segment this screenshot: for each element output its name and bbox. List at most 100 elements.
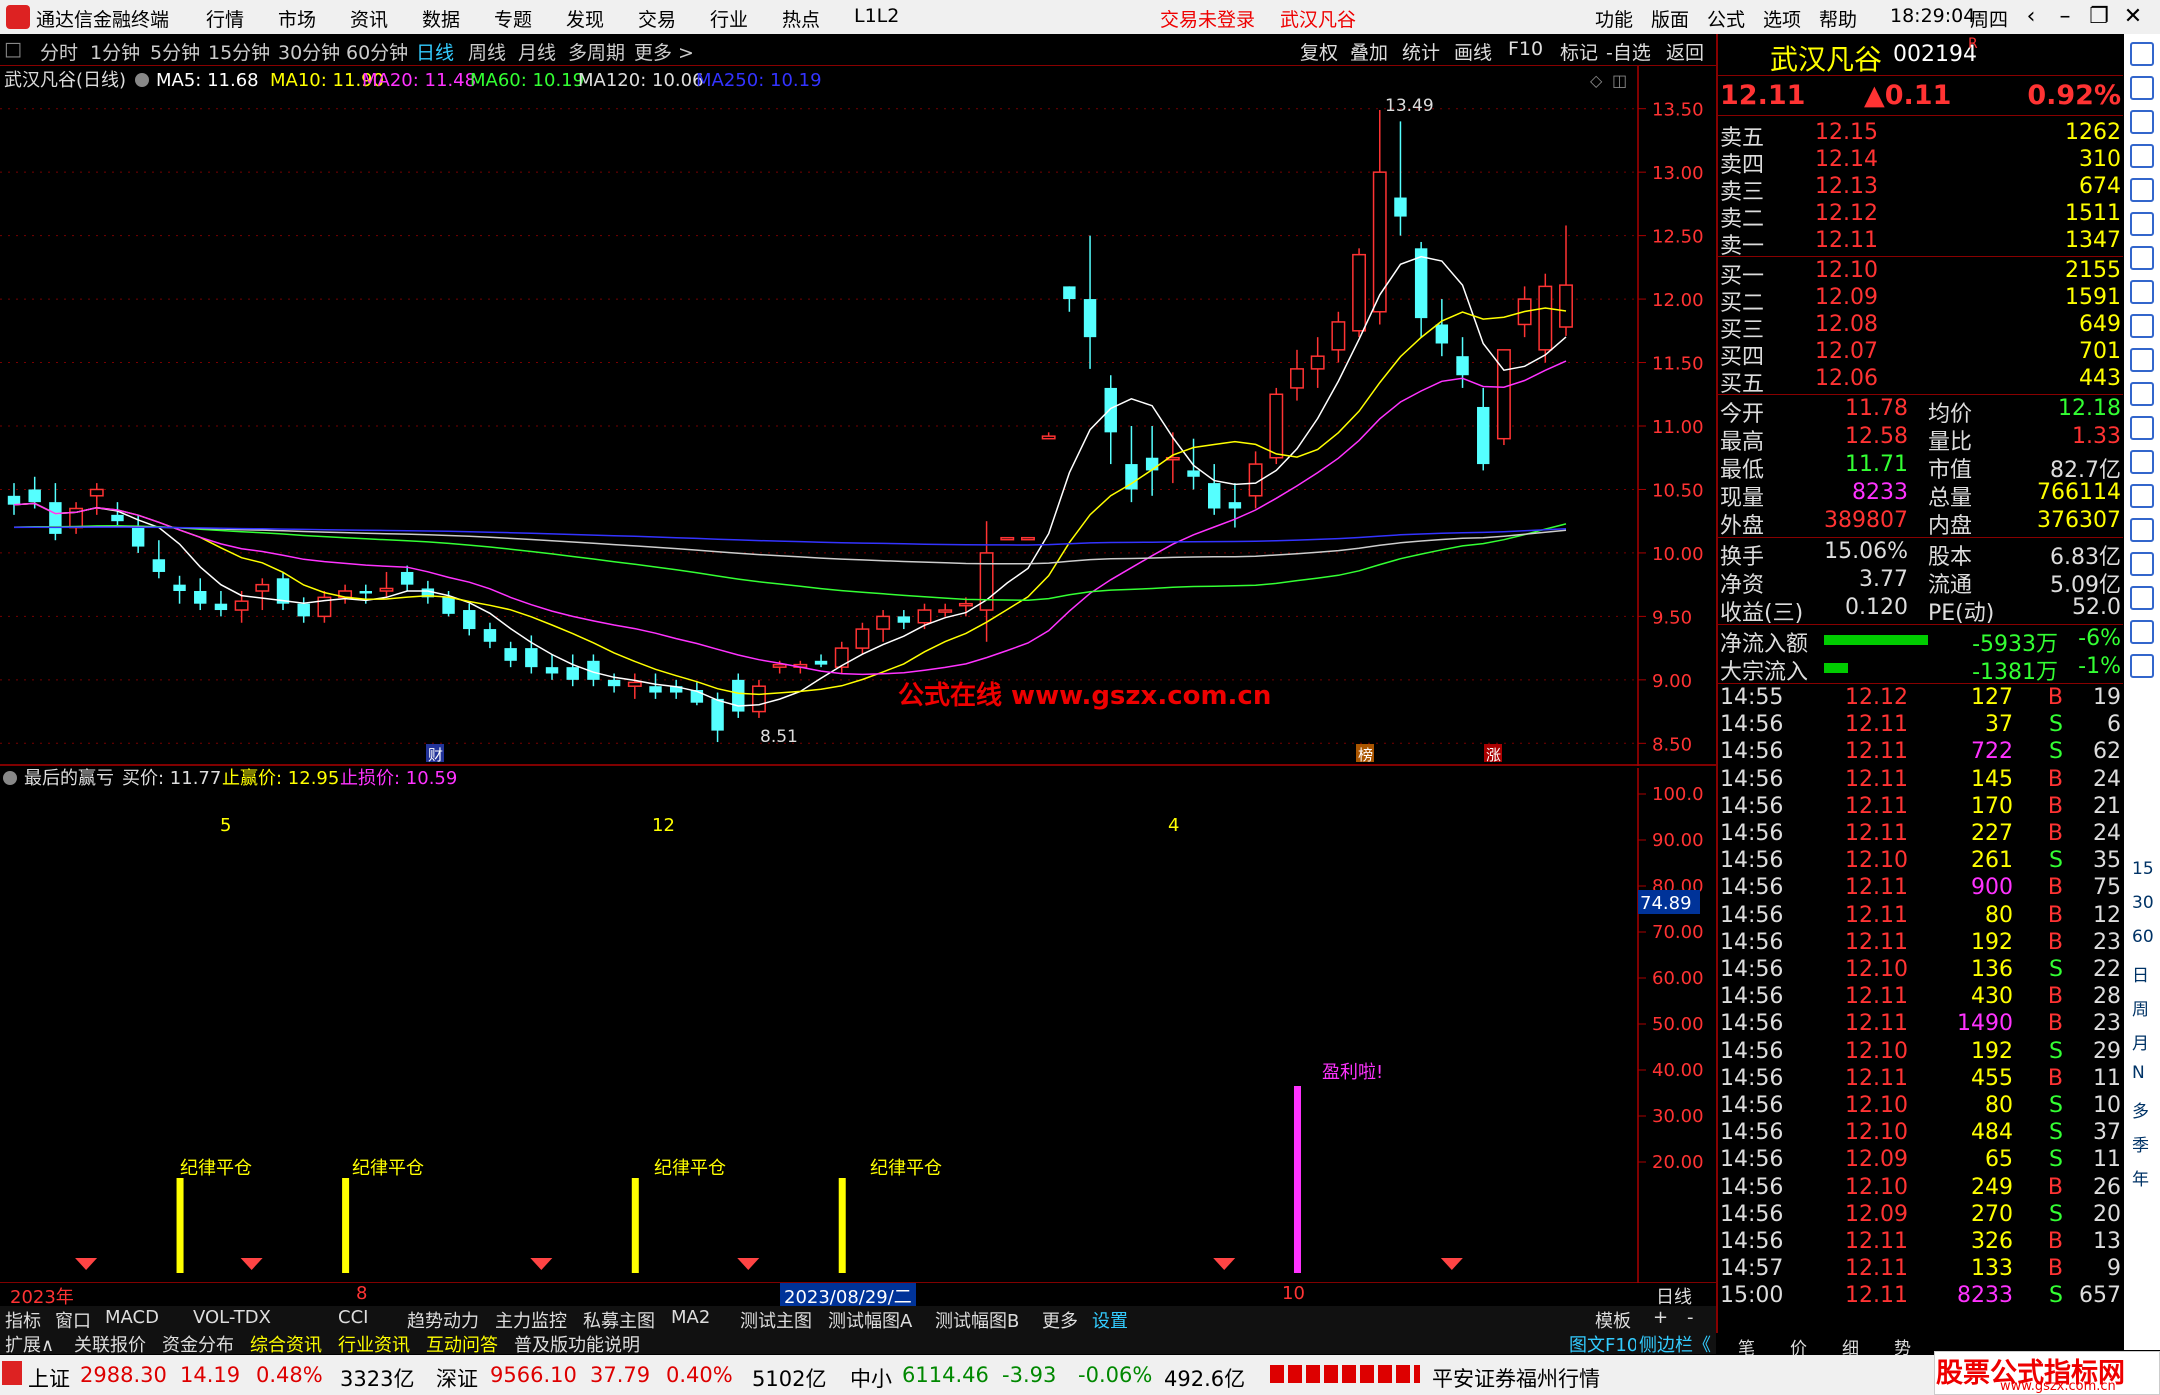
tf-1min[interactable]: 1分钟 <box>90 38 140 65</box>
menu-discover[interactable]: 发现 <box>566 5 604 32</box>
indicator-tab-3[interactable]: VOL-TDX <box>190 1307 274 1330</box>
clock-icon[interactable] <box>2130 484 2154 508</box>
tf-15min[interactable]: 15分钟 <box>208 38 270 65</box>
nav-down-icon[interactable] <box>2130 110 2154 134</box>
f10-icon[interactable] <box>2130 348 2154 372</box>
report-icon[interactable] <box>2130 314 2154 338</box>
indicator-tab-8[interactable]: MA2 <box>668 1307 714 1330</box>
template-tab-0[interactable]: 模板 <box>1592 1307 1634 1332</box>
indicator-tab-2[interactable]: MACD <box>102 1307 162 1330</box>
info-tab-4[interactable]: 行业资讯 <box>335 1331 413 1356</box>
tf-30min[interactable]: 30分钟 <box>278 38 340 65</box>
info-tab-0[interactable]: 扩展∧ <box>2 1331 58 1356</box>
menu-help[interactable]: 帮助 <box>1819 5 1857 32</box>
menu-options[interactable]: 选项 <box>1763 5 1801 32</box>
period-shortcut-0[interactable]: 15 <box>2132 859 2154 879</box>
period-shortcut-3[interactable]: 日 <box>2132 961 2149 986</box>
move-icon[interactable] <box>2130 552 2154 576</box>
indicator-tab-0[interactable]: 指标 <box>2 1307 44 1332</box>
tool-adjust[interactable]: 复权 <box>1300 38 1338 65</box>
menu-trade[interactable]: 交易 <box>638 5 676 32</box>
tool-watchlist[interactable]: -自选 <box>1606 38 1651 65</box>
indicator-tab-4[interactable]: CCI <box>335 1307 372 1330</box>
indicator-tab-6[interactable]: 主力监控 <box>492 1307 570 1332</box>
back-icon[interactable]: ‹ <box>2014 2 2048 32</box>
period-shortcut-7[interactable]: 多 <box>2132 1097 2149 1122</box>
settings-icon[interactable] <box>135 73 149 87</box>
menu-topics[interactable]: 专题 <box>494 5 532 32</box>
menu-hot[interactable]: 热点 <box>782 5 820 32</box>
period-shortcut-2[interactable]: 60 <box>2132 927 2154 947</box>
period-shortcut-9[interactable]: 年 <box>2132 1165 2149 1190</box>
menu-function[interactable]: 功能 <box>1595 5 1633 32</box>
kline-chart[interactable]: 13.50 13.00 12.50 12.00 11.50 11.00 10.50 10.00… <box>0 66 1716 766</box>
tool-overlay[interactable]: 叠加 <box>1350 38 1388 65</box>
indicator-tab-9[interactable]: 测试主图 <box>737 1307 815 1332</box>
minimize-icon[interactable]: – <box>2048 2 2082 32</box>
table-icon[interactable] <box>2130 178 2154 202</box>
f5-icon[interactable] <box>2130 620 2154 644</box>
menu-formula[interactable]: 公式 <box>1707 5 1745 32</box>
menu-industry[interactable]: 行业 <box>710 5 748 32</box>
menu-market2[interactable]: 市场 <box>278 5 316 32</box>
menu-data[interactable]: 数据 <box>422 5 460 32</box>
close-icon[interactable]: ✕ <box>2116 2 2150 32</box>
menu-market[interactable]: 行情 <box>206 5 244 32</box>
collapse-icon[interactable]: □ <box>4 38 22 60</box>
tf-5min[interactable]: 5分钟 <box>150 38 200 65</box>
indicator-tab-10[interactable]: 测试幅图A <box>825 1307 916 1332</box>
tf-multi[interactable]: 多周期 <box>568 38 625 65</box>
f2-icon[interactable] <box>2130 416 2154 440</box>
expand-icon[interactable]: ◫ <box>1612 71 1627 90</box>
tf-daily[interactable]: 日线 <box>416 38 454 65</box>
nav-up-icon[interactable] <box>2130 42 2154 66</box>
template-tab-1[interactable]: + <box>1650 1307 1672 1330</box>
menu-news[interactable]: 资讯 <box>350 5 388 32</box>
grid-icon[interactable] <box>2130 212 2154 236</box>
indicator-tab-11[interactable]: 测试幅图B <box>932 1307 1023 1332</box>
tf-more[interactable]: 更多 > <box>634 38 694 65</box>
period-shortcut-5[interactable]: 月 <box>2132 1029 2149 1054</box>
tf-weekly[interactable]: 周线 <box>468 38 506 65</box>
indicator-tab-13[interactable]: 设置 <box>1089 1307 1131 1332</box>
nav-up2-icon[interactable] <box>2130 76 2154 100</box>
map-icon[interactable] <box>2130 654 2154 678</box>
tf-monthly[interactable]: 月线 <box>518 38 556 65</box>
period-shortcut-8[interactable]: 季 <box>2132 1131 2149 1156</box>
tool-mark[interactable]: 标记 <box>1560 38 1598 65</box>
ledger-icon[interactable] <box>2130 144 2154 168</box>
candle-icon[interactable] <box>2130 280 2154 304</box>
tf-60min[interactable]: 60分钟 <box>346 38 408 65</box>
info-tab-1[interactable]: 关联报价 <box>71 1331 149 1356</box>
tool-stats[interactable]: 统计 <box>1402 38 1440 65</box>
diamond-icon[interactable]: ◇ <box>1590 71 1603 90</box>
template-tab-2[interactable]: - <box>1684 1307 1697 1330</box>
period-shortcut-4[interactable]: 周 <box>2132 995 2149 1020</box>
period-shortcut-6[interactable]: N <box>2132 1063 2145 1083</box>
f10-link[interactable]: 图文F10 <box>1566 1331 1642 1356</box>
pen-icon[interactable] <box>2130 586 2154 610</box>
tool-f10[interactable]: F10 <box>1508 38 1543 60</box>
menu-l1l2[interactable]: L1L2 <box>854 5 899 27</box>
rsi-icon[interactable] <box>2130 518 2154 542</box>
period-shortcut-1[interactable]: 30 <box>2132 893 2154 913</box>
side-link[interactable]: 侧边栏《 <box>1636 1331 1714 1356</box>
info-tab-6[interactable]: 普及版功能说明 <box>511 1331 643 1356</box>
login-status[interactable]: 交易未登录 <box>1160 5 1255 32</box>
link-icon[interactable] <box>2130 450 2154 474</box>
info-tab-2[interactable]: 资金分布 <box>159 1331 237 1356</box>
tf-intraday[interactable]: 分时 <box>40 38 78 65</box>
info-tab-5[interactable]: 互动问答 <box>423 1331 501 1356</box>
indicator-panel[interactable]: 100.090.0080.0070.0060.0050.0040.0030.00… <box>0 768 1716 1283</box>
indicator-tab-1[interactable]: 窗口 <box>52 1307 94 1332</box>
indicator-tab-12[interactable]: 更多 <box>1039 1307 1081 1332</box>
indicator-tab-7[interactable]: 私募主图 <box>580 1307 658 1332</box>
tool-back[interactable]: 返回 <box>1666 38 1704 65</box>
info-tab-3[interactable]: 综合资讯 <box>247 1331 325 1356</box>
menu-layout[interactable]: 版面 <box>1651 5 1689 32</box>
tool-draw[interactable]: 画线 <box>1454 38 1492 65</box>
indicator-settings-icon[interactable] <box>3 771 17 785</box>
restore-icon[interactable]: ❐ <box>2082 2 2116 32</box>
list-icon[interactable] <box>2130 382 2154 406</box>
chart-icon[interactable] <box>2130 246 2154 270</box>
